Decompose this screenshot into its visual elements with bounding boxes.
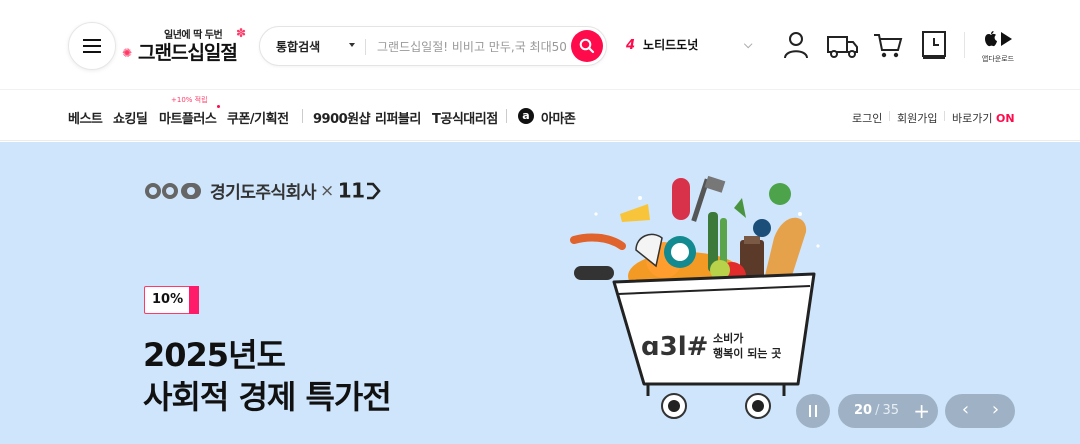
- next-slide-button[interactable]: ›: [978, 394, 1013, 428]
- trending-keyword-text: 노티드도넛: [643, 38, 699, 52]
- util-divider: [889, 111, 890, 121]
- chevron-down-icon[interactable]: ⌵: [744, 38, 752, 52]
- search-icon: [579, 38, 595, 54]
- shortcut-label: 바로가기: [952, 112, 993, 125]
- util-divider: [944, 111, 945, 121]
- eleventh-street-logo-mark: [366, 182, 381, 199]
- nav-item-refurbly[interactable]: 리퍼블리: [375, 108, 421, 127]
- pause-icon: [809, 405, 811, 417]
- trending-rank-number: 4: [626, 38, 636, 53]
- header-divider: [964, 32, 965, 58]
- menu-icon: [83, 39, 101, 53]
- main-nav: 베스트 쇼킹딜 +10% 적립 마트플러스 쿠폰/기획전 9900원샵 리퍼블리…: [0, 91, 1080, 141]
- nav-item-mart-plus[interactable]: 마트플러스: [159, 108, 217, 127]
- delivery-truck-icon[interactable]: [826, 29, 860, 61]
- view-all-plus-icon[interactable]: +: [913, 394, 930, 428]
- partner-name: 경기도주식회사: [210, 183, 316, 203]
- pager-separator: /: [875, 403, 880, 418]
- shortcut-toggle[interactable]: 바로가기 ON: [952, 110, 1015, 126]
- amazon-icon: a: [518, 108, 534, 124]
- cart-caption-line1: 소비가: [713, 332, 744, 345]
- search-input[interactable]: [377, 36, 571, 58]
- nav-item-coupon[interactable]: 쿠폰/기획전: [227, 108, 289, 127]
- cart-caption-line2: 행복이 되는 곳: [713, 347, 782, 360]
- pager-current: 20: [854, 403, 873, 418]
- nav-divider: [506, 109, 507, 123]
- nav-item-t-official[interactable]: T공식대리점: [432, 108, 498, 127]
- login-link[interactable]: 로그인: [852, 110, 882, 126]
- nav-item-9900-shop[interactable]: 9900원샵: [313, 108, 371, 127]
- recent-viewed-icon[interactable]: [918, 29, 950, 61]
- logo-title: 그랜드십일절: [138, 42, 238, 64]
- pager-total: 35: [882, 403, 900, 418]
- app-download-label: 앱다운로드: [981, 55, 1015, 63]
- my-page-icon[interactable]: [780, 29, 812, 61]
- site-logo[interactable]: 일년에 딱 두번 ✽ ✺ 그랜드십일절: [122, 26, 252, 70]
- pause-button[interactable]: [796, 394, 830, 428]
- new-dot-indicator: [217, 105, 220, 108]
- cart-brand-logo: ɑ3l#: [641, 332, 709, 362]
- nav-item-best[interactable]: 베스트: [68, 108, 103, 127]
- signup-link[interactable]: 회원가입: [897, 110, 937, 126]
- slide-pager: 20/35 +: [838, 394, 938, 428]
- sparkle-icon: ✽: [236, 26, 247, 40]
- cart-icon[interactable]: [872, 29, 904, 61]
- search-divider: [365, 39, 366, 55]
- search-button[interactable]: [571, 30, 603, 62]
- banner-title-line1: 2025년도: [143, 336, 286, 374]
- gyeonggi-logo-icon: [145, 182, 201, 199]
- app-download-button[interactable]: 앱다운로드: [978, 30, 1018, 64]
- search-category-select[interactable]: 통합검색: [276, 38, 320, 55]
- discount-tag: 10%: [144, 286, 199, 314]
- promo-banner[interactable]: 경기도주식회사 × 11 10% 2025년도 사회적 경제 특가전 ɑ3l# …: [0, 142, 1080, 444]
- hamburger-menu-button[interactable]: [68, 22, 116, 70]
- mart-plus-badge: +10% 적립: [171, 96, 208, 104]
- banner-title-line2: 사회적 경제 특가전: [143, 378, 392, 416]
- shopping-cart-illustration: ɑ3l# 소비가 행복이 되는 곳: [548, 170, 868, 428]
- trending-keyword[interactable]: 4 노티드도넛 ⌵: [626, 36, 756, 56]
- caret-down-icon: [349, 43, 355, 47]
- nav-divider: [302, 109, 303, 123]
- shortcut-on-label: ON: [995, 112, 1015, 125]
- nav-item-shocking-deal[interactable]: 쇼킹딜: [113, 108, 148, 127]
- partner-logo: 경기도주식회사 × 11: [144, 178, 381, 203]
- search-bar: 통합검색: [259, 26, 607, 66]
- nav-item-amazon[interactable]: 아마존: [541, 108, 576, 127]
- apple-google-play-icon: [985, 31, 1012, 47]
- header-top: 일년에 딱 두번 ✽ ✺ 그랜드십일절 통합검색 4 노티드도넛 ⌵: [0, 0, 1080, 90]
- collab-x: ×: [319, 180, 334, 201]
- firework-icon: ✺: [122, 46, 133, 60]
- slide-arrows: ‹ ›: [945, 394, 1015, 428]
- eleventh-street-logo: 11: [337, 178, 365, 203]
